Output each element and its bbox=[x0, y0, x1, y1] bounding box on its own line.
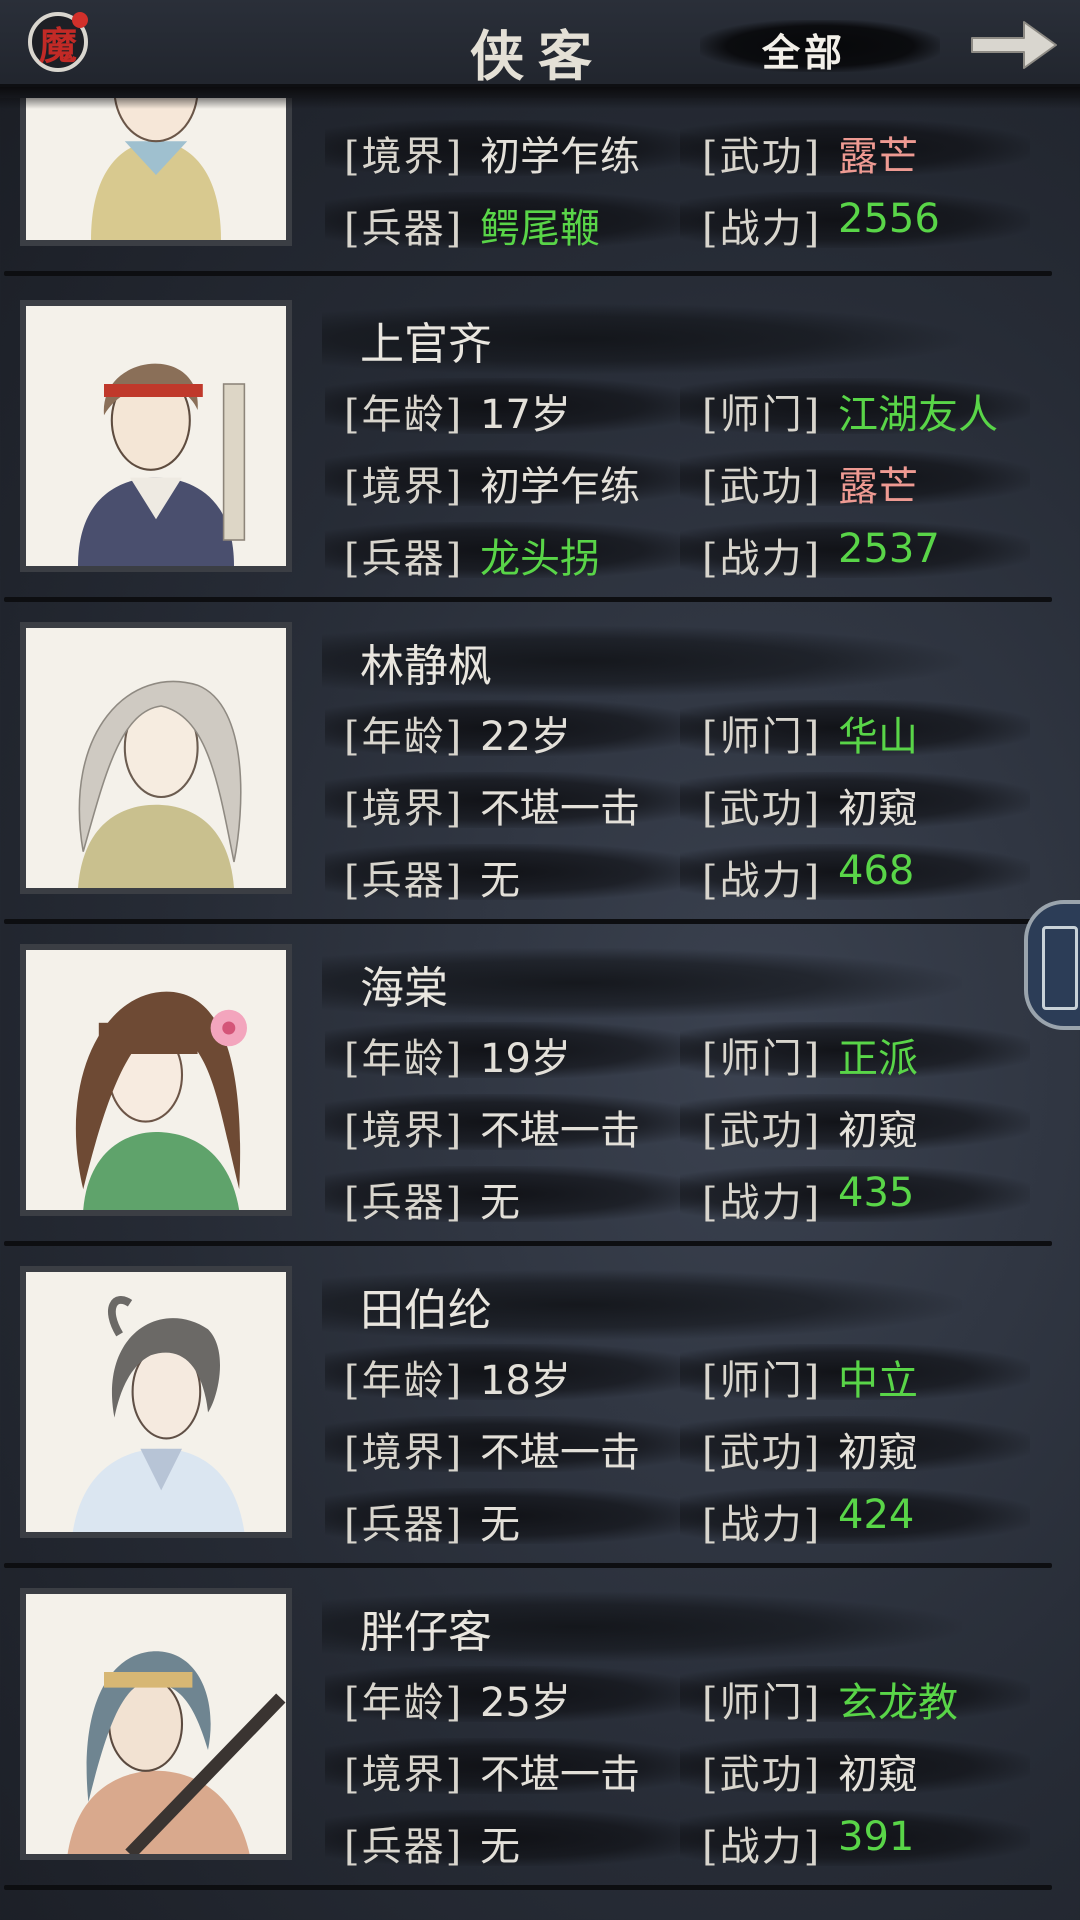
character-portrait bbox=[20, 1588, 292, 1860]
character-name: 林静枫 bbox=[360, 641, 492, 692]
weapon-label: [兵器] bbox=[344, 1180, 464, 1226]
weapon-value: 无 bbox=[480, 1824, 520, 1870]
character-card[interactable]: 林静枫 [年龄] 22岁 [师门] 华山 [境界] 不堪一击 [武功] 初窥 [… bbox=[0, 602, 1052, 924]
skill-label: [武功] bbox=[702, 1108, 822, 1154]
page-title: 侠客 bbox=[470, 24, 606, 88]
age-label: [年龄] bbox=[344, 714, 464, 760]
realm-label: [境界] bbox=[344, 464, 464, 510]
age-label: [年龄] bbox=[344, 1680, 464, 1726]
character-name: 胖仔客 bbox=[360, 1607, 492, 1658]
character-name: 田伯纶 bbox=[360, 1285, 492, 1336]
skill-label: [武功] bbox=[702, 464, 822, 510]
sect-label: [师门] bbox=[702, 714, 822, 760]
weapon-label: [兵器] bbox=[344, 858, 464, 904]
realm-value: 不堪一击 bbox=[480, 786, 640, 832]
sect-value: 正派 bbox=[838, 1036, 918, 1082]
power-value: 435 bbox=[838, 1170, 915, 1216]
realm-value: 初学乍练 bbox=[480, 134, 640, 180]
character-portrait bbox=[20, 622, 292, 894]
skill-label: [武功] bbox=[702, 134, 822, 180]
weapon-label: [兵器] bbox=[344, 206, 464, 252]
character-name: 上官齐 bbox=[360, 319, 492, 370]
character-list[interactable]: [境界] 初学乍练 [武功] 露芒 [兵器] 鳄尾鞭 [战力] 2556 上官齐 bbox=[0, 0, 1080, 1920]
realm-value: 初学乍练 bbox=[480, 464, 640, 510]
character-card[interactable]: 海棠 [年龄] 19岁 [师门] 正派 [境界] 不堪一击 [武功] 初窥 [兵… bbox=[0, 924, 1052, 1246]
mo-icon: 魔 bbox=[38, 22, 77, 68]
age-value: 19岁 bbox=[480, 1036, 571, 1082]
card-divider bbox=[4, 1885, 1052, 1890]
age-value: 17岁 bbox=[480, 392, 571, 438]
realm-value: 不堪一击 bbox=[480, 1108, 640, 1154]
sect-label: [师门] bbox=[702, 1358, 822, 1404]
realm-value: 不堪一击 bbox=[480, 1430, 640, 1476]
sect-label: [师门] bbox=[702, 392, 822, 438]
notification-dot bbox=[72, 12, 88, 28]
realm-value: 不堪一击 bbox=[480, 1752, 640, 1798]
weapon-value: 龙头拐 bbox=[480, 536, 600, 582]
character-name: 海棠 bbox=[360, 963, 448, 1014]
power-value: 424 bbox=[838, 1492, 915, 1538]
sect-value: 江湖友人 bbox=[838, 392, 998, 438]
power-label: [战力] bbox=[702, 1180, 822, 1226]
weapon-value: 无 bbox=[480, 1180, 520, 1226]
skill-value: 初窥 bbox=[838, 1430, 918, 1476]
power-label: [战力] bbox=[702, 536, 822, 582]
sect-value: 华山 bbox=[838, 714, 918, 760]
weapon-label: [兵器] bbox=[344, 1502, 464, 1548]
mo-menu-button[interactable]: 魔 bbox=[28, 12, 88, 72]
skill-label: [武功] bbox=[702, 1752, 822, 1798]
age-label: [年龄] bbox=[344, 1358, 464, 1404]
power-value: 391 bbox=[838, 1814, 915, 1860]
filter-button[interactable]: 全部 bbox=[700, 14, 940, 76]
skill-value: 初窥 bbox=[838, 786, 918, 832]
sect-value: 玄龙教 bbox=[838, 1680, 958, 1726]
skill-value: 初窥 bbox=[838, 1752, 918, 1798]
weapon-value: 无 bbox=[480, 1502, 520, 1548]
weapon-value: 鳄尾鞭 bbox=[480, 206, 600, 252]
top-bar: 魔 侠客 全部 bbox=[0, 0, 1080, 109]
skill-value: 初窥 bbox=[838, 1108, 918, 1154]
sect-value: 中立 bbox=[838, 1358, 918, 1404]
power-value: 468 bbox=[838, 848, 915, 894]
character-portrait bbox=[20, 300, 292, 572]
realm-label: [境界] bbox=[344, 1108, 464, 1154]
power-value: 2537 bbox=[838, 526, 940, 572]
weapon-label: [兵器] bbox=[344, 1824, 464, 1870]
age-label: [年龄] bbox=[344, 392, 464, 438]
power-label: [战力] bbox=[702, 1502, 822, 1548]
age-value: 25岁 bbox=[480, 1680, 571, 1726]
realm-label: [境界] bbox=[344, 1430, 464, 1476]
age-value: 22岁 bbox=[480, 714, 571, 760]
power-value: 2556 bbox=[838, 196, 940, 242]
filter-label: 全部 bbox=[762, 30, 847, 75]
character-card[interactable]: 上官齐 [年龄] 17岁 [师门] 江湖友人 [境界] 初学乍练 [武功] 露芒… bbox=[0, 280, 1052, 602]
arrow-right-icon[interactable] bbox=[968, 16, 1060, 74]
skill-value: 露芒 bbox=[838, 134, 918, 180]
realm-label: [境界] bbox=[344, 134, 464, 180]
character-card[interactable]: 田伯纶 [年龄] 18岁 [师门] 中立 [境界] 不堪一击 [武功] 初窥 [… bbox=[0, 1246, 1052, 1568]
skill-label: [武功] bbox=[702, 786, 822, 832]
age-label: [年龄] bbox=[344, 1036, 464, 1082]
skill-label: [武功] bbox=[702, 1430, 822, 1476]
card-divider bbox=[4, 271, 1052, 276]
power-label: [战力] bbox=[702, 206, 822, 252]
realm-label: [境界] bbox=[344, 1752, 464, 1798]
character-portrait bbox=[20, 944, 292, 1216]
age-value: 18岁 bbox=[480, 1358, 571, 1404]
character-portrait bbox=[20, 1266, 292, 1538]
power-label: [战力] bbox=[702, 858, 822, 904]
sect-label: [师门] bbox=[702, 1036, 822, 1082]
character-card[interactable]: 胖仔客 [年龄] 25岁 [师门] 玄龙教 [境界] 不堪一击 [武功] 初窥 … bbox=[0, 1568, 1052, 1890]
weapon-label: [兵器] bbox=[344, 536, 464, 582]
side-drawer-tab[interactable] bbox=[1024, 900, 1080, 1030]
weapon-value: 无 bbox=[480, 858, 520, 904]
realm-label: [境界] bbox=[344, 786, 464, 832]
sect-label: [师门] bbox=[702, 1680, 822, 1726]
power-label: [战力] bbox=[702, 1824, 822, 1870]
skill-value: 露芒 bbox=[838, 464, 918, 510]
